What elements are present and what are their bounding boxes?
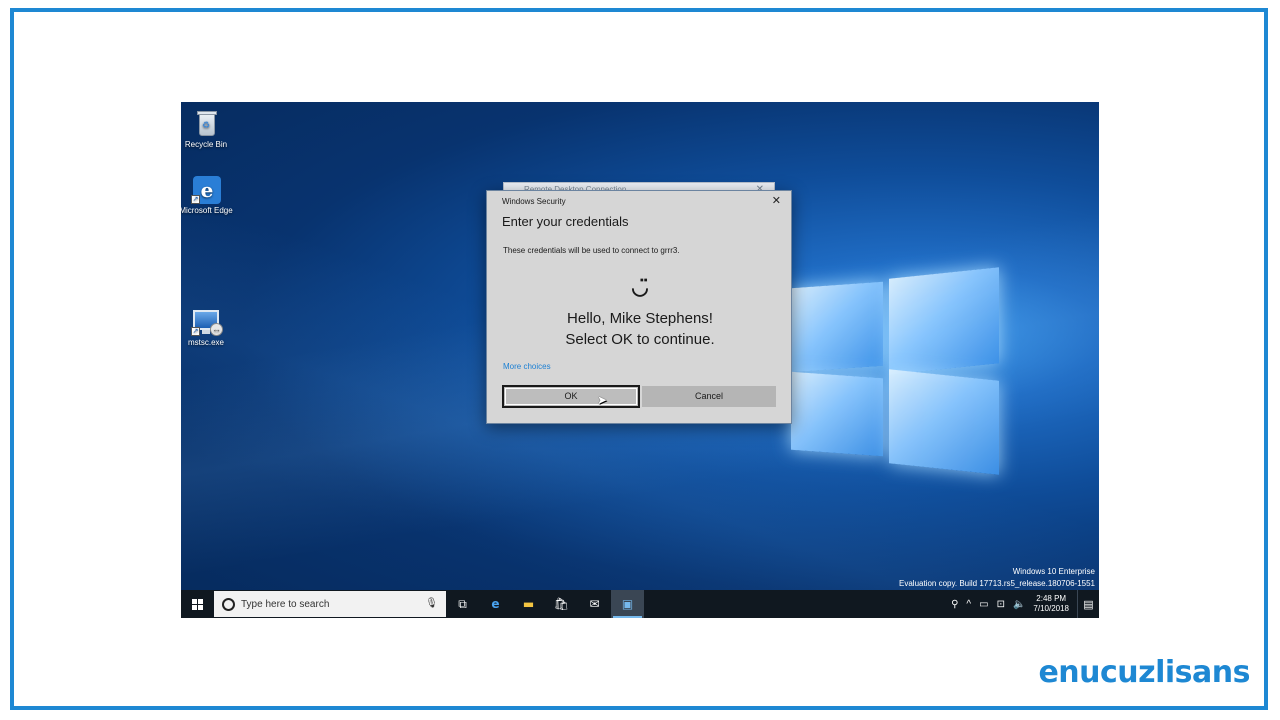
- desktop-icon-label: Microsoft Edge: [181, 206, 233, 215]
- watermark-build: Evaluation copy. Build 17713.rs5_release…: [899, 579, 1095, 588]
- store-icon: 🛍: [553, 597, 570, 611]
- ok-button-label: OK: [564, 391, 578, 401]
- edge-icon: e: [491, 597, 500, 611]
- desktop-icon-recycle-bin[interactable]: ♻ Recycle Bin: [181, 108, 233, 150]
- dialog-description: These credentials will be used to connec…: [503, 246, 680, 255]
- start-button[interactable]: [181, 590, 214, 618]
- smiley-face-icon: ◡̈: [631, 277, 649, 299]
- dialog-heading: Enter your credentials: [502, 214, 629, 229]
- taskbar-store-button[interactable]: 🛍: [545, 590, 578, 618]
- clock-time: 2:48 PM: [1036, 594, 1067, 603]
- cortana-icon: [222, 597, 235, 611]
- mail-icon: ✉: [589, 597, 600, 611]
- taskbar-file-explorer-button[interactable]: ▬: [512, 590, 545, 618]
- clock-date: 7/10/2018: [1033, 604, 1069, 613]
- task-view-button[interactable]: ⧉: [446, 590, 479, 618]
- windows-start-icon: [192, 598, 203, 610]
- logo-pane-top-left: [791, 281, 883, 373]
- taskbar: Type here to search 🎙 ⧉ e ▬ 🛍 ✉ ▣ ⚲ ^ ▭ …: [181, 590, 1099, 618]
- greeting-line-2: Select OK to continue.: [565, 331, 715, 348]
- volume-icon[interactable]: 🔈: [1013, 599, 1025, 610]
- more-choices-link[interactable]: More choices: [503, 362, 551, 371]
- microphone-icon[interactable]: 🎙: [425, 598, 438, 609]
- action-center-button[interactable]: ▤: [1077, 590, 1099, 618]
- remote-desktop-icon: ▣: [621, 597, 634, 611]
- task-view-icon: ⧉: [458, 596, 467, 611]
- windows-logo-wallpaper: [791, 267, 1001, 477]
- network-icon[interactable]: ⊡: [997, 599, 1005, 610]
- brand-logo: enucuzlisans: [1038, 655, 1250, 690]
- taskbar-clock[interactable]: 2:48 PM 7/10/2018: [1033, 594, 1069, 614]
- chevron-up-icon[interactable]: ^: [966, 599, 971, 610]
- logo-pane-top-right: [889, 267, 999, 375]
- logo-pane-bottom-left: [791, 371, 883, 457]
- ok-button[interactable]: OK ➤: [502, 385, 640, 408]
- logo-pane-bottom-right: [889, 369, 999, 475]
- desktop-icon-mstsc[interactable]: ↗ ↔ mstsc.exe: [181, 306, 233, 348]
- windows-desktop: ♻ Recycle Bin e ↗ Microsoft Edge ↗ ↔ mst…: [181, 102, 1099, 618]
- folder-icon: ▬: [522, 597, 535, 611]
- search-placeholder: Type here to search: [241, 598, 330, 610]
- taskbar-edge-button[interactable]: e: [479, 590, 512, 618]
- desktop-icon-label: mstsc.exe: [187, 338, 224, 347]
- cancel-button[interactable]: Cancel: [642, 386, 776, 407]
- system-tray: ⚲ ^ ▭ ⊡ 🔈 2:48 PM 7/10/2018 ▤: [947, 590, 1099, 618]
- desktop-icon-edge[interactable]: e ↗ Microsoft Edge: [181, 174, 233, 216]
- remote-desktop-icon: ↗ ↔: [191, 306, 223, 336]
- notification-icon: ▤: [1083, 598, 1094, 611]
- recycle-bin-icon: ♻: [191, 108, 221, 138]
- mouse-pointer-icon: ➤: [597, 393, 608, 407]
- taskbar-remote-desktop-button[interactable]: ▣: [611, 590, 644, 618]
- people-icon[interactable]: ⚲: [951, 599, 958, 610]
- taskbar-search-box[interactable]: Type here to search 🎙: [214, 591, 446, 617]
- edge-icon: e ↗: [191, 174, 221, 204]
- desktop-icon-label: Recycle Bin: [184, 140, 228, 149]
- taskbar-mail-button[interactable]: ✉: [578, 590, 611, 618]
- dialog-close-icon[interactable]: ✕: [772, 194, 781, 207]
- greeting-line-1: Hello, Mike Stephens!: [567, 310, 713, 327]
- greeting-text: Hello, Mike Stephens! Select OK to conti…: [487, 308, 793, 350]
- dialog-window-title: Windows Security: [502, 197, 566, 206]
- watermark-edition: Windows 10 Enterprise: [1012, 567, 1095, 576]
- battery-icon[interactable]: ▭: [979, 599, 988, 610]
- windows-watermark: Windows 10 Enterprise Evaluation copy. B…: [899, 566, 1095, 590]
- windows-security-dialog: Windows Security ✕ Enter your credential…: [486, 190, 792, 424]
